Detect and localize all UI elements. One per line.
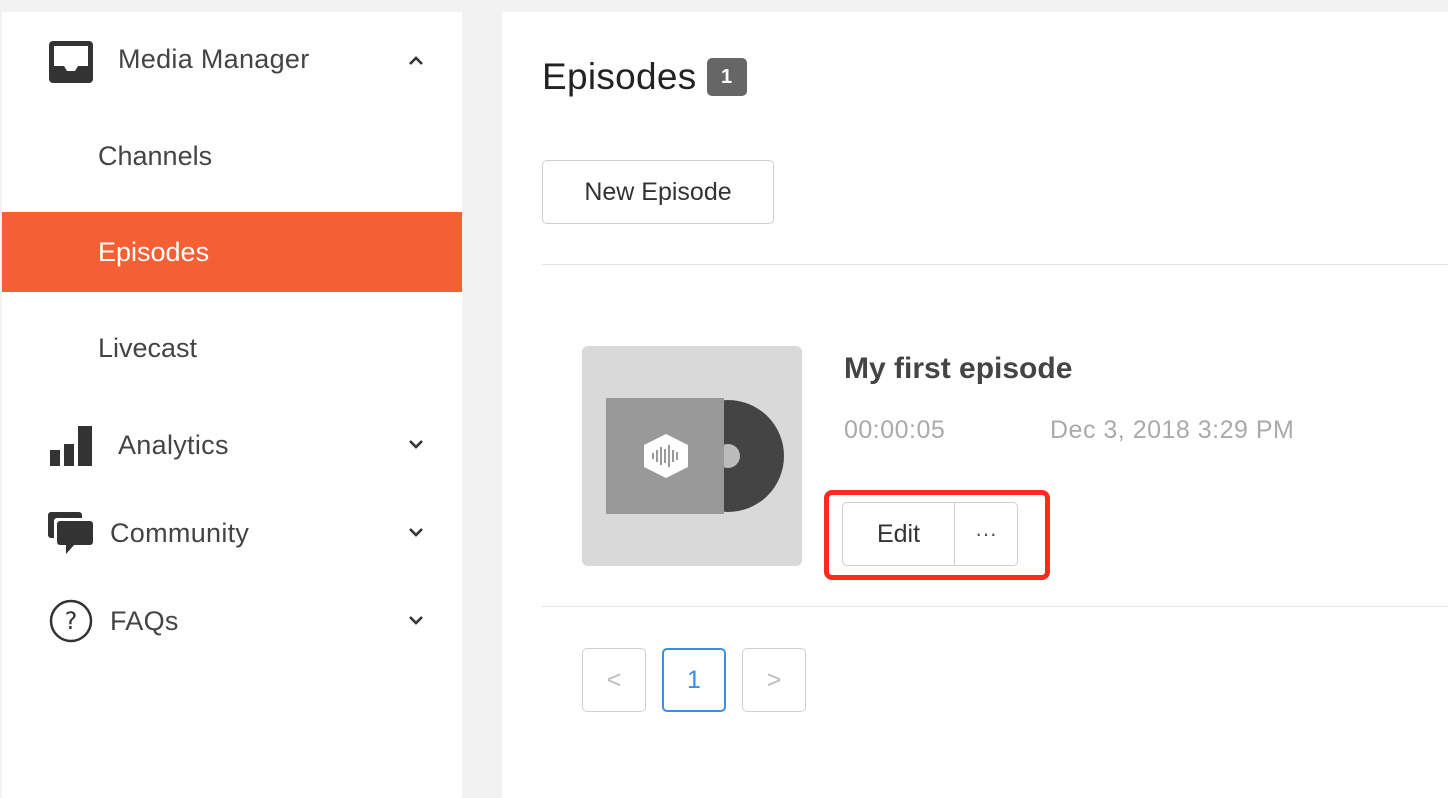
main-panel: Episodes 1 New Episode My first episode … [502,12,1448,798]
nav-faqs[interactable]: ? FAQs [2,596,462,646]
edit-button[interactable]: Edit [843,503,955,565]
page-title: Episodes [542,56,697,97]
episode-thumbnail[interactable] [582,346,802,566]
new-episode-button[interactable]: New Episode [542,160,774,224]
sidebar: Media Manager Channels Episodes Livecast… [2,12,462,798]
chevron-down-icon[interactable] [406,434,426,454]
chat-bubbles-icon [48,510,96,556]
inbox-tray-icon [48,40,94,84]
chevron-down-icon[interactable] [406,610,426,630]
title-row: Episodes 1 [542,56,747,98]
bar-chart-icon [48,422,96,468]
sidebar-item-label: Episodes [98,236,210,267]
sidebar-item-label: Livecast [98,332,198,363]
episode-title[interactable]: My first episode [844,352,1072,386]
sidebar-item-label: Channels [98,140,213,171]
divider [542,264,1448,265]
chevron-up-icon[interactable] [406,50,426,70]
sidebar-item-channels[interactable]: Channels [2,116,462,196]
sidebar-item-episodes[interactable]: Episodes [2,212,462,292]
nav-media-manager[interactable]: Media Manager [2,36,462,86]
page-1-button[interactable]: 1 [662,648,726,712]
episode-count-badge: 1 [706,58,747,96]
divider [542,606,1448,607]
question-circle-icon: ? [48,598,94,644]
nav-community[interactable]: Community [2,508,462,558]
svg-text:?: ? [65,607,78,635]
chevron-down-icon[interactable] [406,522,426,542]
episode-duration: 00:00:05 [844,416,946,444]
nav-media-manager-label: Media Manager [118,44,310,74]
episode-date: Dec 3, 2018 3:29 PM [1050,416,1295,444]
sidebar-item-livecast[interactable]: Livecast [2,308,462,388]
episode-actions: Edit ··· [842,502,1018,566]
more-options-button[interactable]: ··· [955,503,1017,565]
prev-page-button[interactable]: < [582,648,646,712]
nav-community-label: Community [110,518,250,548]
nav-analytics-label: Analytics [118,430,229,460]
nav-analytics[interactable]: Analytics [2,420,462,470]
pagination: < 1 > [582,648,806,712]
next-page-button[interactable]: > [742,648,806,712]
nav-faqs-label: FAQs [110,606,179,636]
